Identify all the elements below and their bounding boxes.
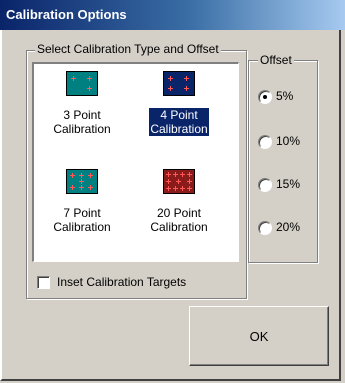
option-20-point[interactable]: 20 Point Calibration xyxy=(134,169,224,234)
20-point-calibration-icon xyxy=(163,169,195,194)
option-3-point-label: 3 Point Calibration xyxy=(53,108,111,136)
3-point-calibration-icon xyxy=(66,71,98,96)
radio-20-label: 20% xyxy=(276,220,301,234)
option-3-point[interactable]: 3 Point Calibration xyxy=(37,71,127,136)
calibration-type-group-legend: Select Calibration Type and Offset xyxy=(35,42,221,56)
option-4-point-label: 4 Point Calibration xyxy=(148,107,210,137)
radio-selected-dot xyxy=(263,95,267,99)
radio-10-circle xyxy=(258,135,272,149)
offset-group-legend: Offset xyxy=(258,53,294,67)
calibration-type-list: 3 Point Calibration 4 Point Calibration … xyxy=(32,62,239,262)
radio-5-circle xyxy=(258,90,272,104)
radio-15-circle xyxy=(258,178,272,192)
ok-button-label: OK xyxy=(249,328,269,344)
radio-5-label: 5% xyxy=(276,89,294,103)
option-20-point-label: 20 Point Calibration xyxy=(150,206,208,234)
option-4-point[interactable]: 4 Point Calibration xyxy=(134,71,224,137)
window-title: Calibration Options xyxy=(6,7,127,22)
ok-button[interactable]: OK xyxy=(189,306,329,366)
title-bar: Calibration Options xyxy=(0,0,345,30)
4-point-calibration-icon xyxy=(163,71,195,96)
radio-15-label: 15% xyxy=(276,177,301,191)
inset-calibration-label[interactable]: Inset Calibration Targets xyxy=(57,275,186,289)
inset-calibration-checkbox[interactable] xyxy=(37,276,50,289)
option-7-point-label: 7 Point Calibration xyxy=(53,206,111,234)
radio-20-circle xyxy=(258,221,272,235)
7-point-calibration-icon xyxy=(66,169,98,194)
radio-10-label: 10% xyxy=(276,134,301,148)
option-7-point[interactable]: 7 Point Calibration xyxy=(37,169,127,234)
